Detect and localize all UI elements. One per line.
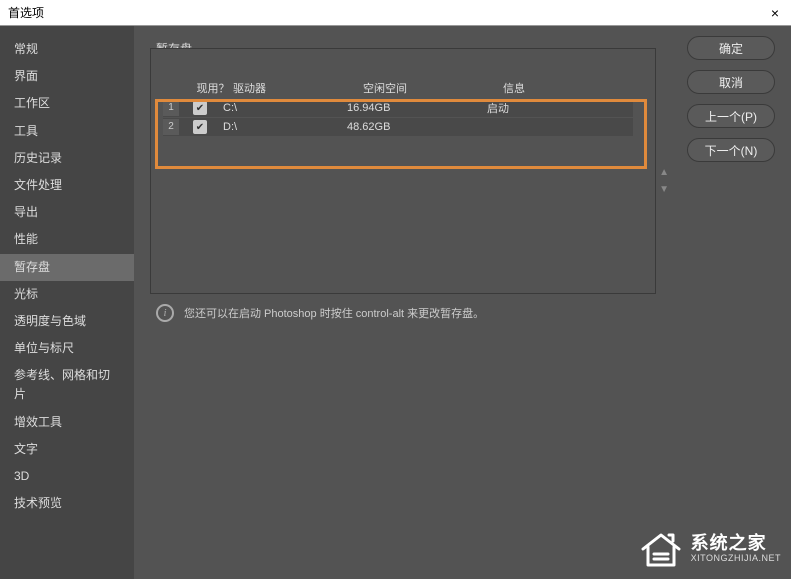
watermark-text: 系统之家 XITONGZHIJIA.NET [691, 534, 781, 564]
sidebar-item-scratchdisks[interactable]: 暂存盘 [0, 254, 134, 281]
content: 常规 界面 工作区 工具 历史记录 文件处理 导出 性能 暂存盘 光标 透明度与… [0, 26, 791, 579]
hint-text: 您还可以在启动 Photoshop 时按住 control-alt 来更改暂存盘… [184, 305, 484, 321]
sidebar-item-guides[interactable]: 参考线、网格和切片 [0, 362, 134, 408]
sidebar-item-interface[interactable]: 界面 [0, 63, 134, 90]
titlebar: 首选项 × [0, 0, 791, 26]
reorder-arrows: ▲ ▼ [659, 167, 669, 195]
sidebar-item-3d[interactable]: 3D [0, 463, 134, 490]
ok-button[interactable]: 确定 [687, 36, 775, 60]
header-active: 现用？ [193, 80, 233, 96]
header-drive: 驱动器 [233, 80, 363, 96]
sidebar-item-units[interactable]: 单位与标尺 [0, 335, 134, 362]
sidebar-item-workspace[interactable]: 工作区 [0, 90, 134, 117]
sidebar-item-history[interactable]: 历史记录 [0, 145, 134, 172]
watermark-en: XITONGZHIJIA.NET [691, 554, 781, 564]
highlight-box [155, 99, 647, 169]
header-info: 信息 [503, 80, 603, 96]
close-icon[interactable]: × [767, 5, 783, 21]
table-header: 现用？ 驱动器 空闲空间 信息 [163, 77, 655, 99]
arrow-up-icon[interactable]: ▲ [659, 167, 669, 178]
prev-button[interactable]: 上一个(P) [687, 104, 775, 128]
sidebar-item-general[interactable]: 常规 [0, 36, 134, 63]
main-panel: 暂存盘 现用？ 驱动器 空闲空间 信息 1 ✔ C:\ 16.94GB [134, 26, 791, 579]
sidebar-item-plugins[interactable]: 增效工具 [0, 409, 134, 436]
sidebar-item-filehandling[interactable]: 文件处理 [0, 172, 134, 199]
hint-row: i 您还可以在启动 Photoshop 时按住 control-alt 来更改暂… [150, 304, 775, 322]
sidebar-item-type[interactable]: 文字 [0, 436, 134, 463]
sidebar-item-cursors[interactable]: 光标 [0, 281, 134, 308]
house-icon [639, 529, 683, 569]
sidebar-item-techpreview[interactable]: 技术预览 [0, 490, 134, 517]
sidebar: 常规 界面 工作区 工具 历史记录 文件处理 导出 性能 暂存盘 光标 透明度与… [0, 26, 134, 579]
sidebar-item-tools[interactable]: 工具 [0, 118, 134, 145]
sidebar-item-performance[interactable]: 性能 [0, 226, 134, 253]
watermark: 系统之家 XITONGZHIJIA.NET [639, 529, 781, 569]
scratch-disk-panel: 现用？ 驱动器 空闲空间 信息 1 ✔ C:\ 16.94GB 启动 2 [150, 48, 656, 294]
watermark-zh: 系统之家 [691, 534, 781, 554]
header-space: 空闲空间 [363, 80, 503, 96]
window-title: 首选项 [8, 4, 44, 21]
next-button[interactable]: 下一个(N) [687, 138, 775, 162]
sidebar-item-transparency[interactable]: 透明度与色域 [0, 308, 134, 335]
info-icon: i [156, 304, 174, 322]
dialog-buttons: 确定 取消 上一个(P) 下一个(N) [687, 36, 775, 162]
cancel-button[interactable]: 取消 [687, 70, 775, 94]
sidebar-item-export[interactable]: 导出 [0, 199, 134, 226]
arrow-down-icon[interactable]: ▼ [659, 184, 669, 195]
